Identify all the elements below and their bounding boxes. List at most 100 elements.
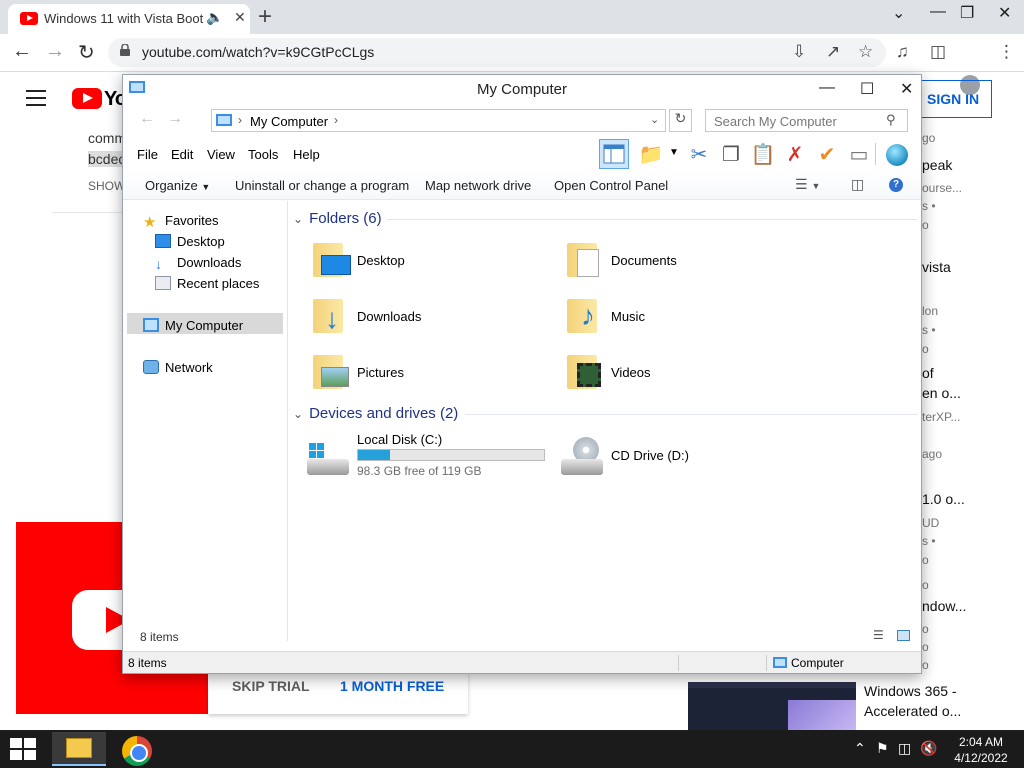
documents-folder-icon[interactable] xyxy=(565,239,605,279)
checkmark-icon[interactable]: ✔ xyxy=(813,141,841,169)
chrome-icon[interactable] xyxy=(122,736,152,766)
chevron-up-icon[interactable]: ⌃ xyxy=(854,740,866,757)
media-control-icon[interactable]: ♫ xyxy=(896,42,909,62)
share-icon[interactable]: ↗ xyxy=(826,42,840,62)
recommendation-title[interactable]: ndow... xyxy=(922,598,966,614)
recommendation-title[interactable]: vista xyxy=(922,259,951,275)
menu-view[interactable]: View xyxy=(207,147,235,162)
cd-drive-icon[interactable] xyxy=(561,437,605,477)
delete-icon[interactable]: ✗ xyxy=(781,141,809,169)
network-icon[interactable]: ◫ xyxy=(898,740,911,757)
paste-icon[interactable]: 📋 xyxy=(749,141,777,169)
copy-icon[interactable]: ❐ xyxy=(717,141,745,169)
recommendation-title[interactable]: of xyxy=(922,365,934,381)
forward-button[interactable]: → xyxy=(167,110,183,128)
music-folder-icon[interactable]: ♪ xyxy=(565,295,605,335)
refresh-button[interactable]: ↻ xyxy=(669,109,692,132)
sign-in-button[interactable]: SIGN IN xyxy=(914,80,992,118)
recommendation-title[interactable]: peak xyxy=(922,157,952,173)
youtube-logo-icon[interactable] xyxy=(72,88,102,109)
details-view-icon[interactable]: ☰ xyxy=(873,628,884,642)
reload-button[interactable]: ↻ xyxy=(78,40,95,65)
devices-group-header[interactable]: ⌄ Devices and drives (2) xyxy=(293,405,458,422)
breadcrumb-item[interactable]: My Computer xyxy=(250,114,328,129)
new-tab-button[interactable]: + xyxy=(258,3,272,31)
drive-label-c[interactable]: Local Disk (C:) xyxy=(357,432,442,447)
chevron-down-icon[interactable]: ⌄ xyxy=(892,3,905,23)
minimize-button[interactable]: — xyxy=(819,79,835,97)
nav-favorites[interactable]: ★ Favorites xyxy=(143,213,218,231)
flag-icon[interactable]: ⚑ xyxy=(876,740,889,757)
folder-label-videos[interactable]: Videos xyxy=(611,365,651,380)
large-icons-view-icon[interactable] xyxy=(897,630,910,641)
folder-label-music[interactable]: Music xyxy=(611,309,645,324)
side-panel-icon[interactable]: ◫ xyxy=(930,42,946,62)
help-icon[interactable]: ? xyxy=(889,178,903,192)
cut-icon[interactable]: ✂ xyxy=(685,141,713,169)
maximize-button[interactable]: ☐ xyxy=(860,79,874,99)
show-more-button[interactable]: SHOW xyxy=(88,179,125,193)
menu-edit[interactable]: Edit xyxy=(171,147,193,162)
recommendation-title[interactable]: en o... xyxy=(922,385,961,401)
pictures-folder-icon[interactable] xyxy=(311,351,351,391)
clock[interactable]: 2:04 AM 4/12/2022 xyxy=(948,734,1014,766)
nav-my-computer[interactable]: My Computer xyxy=(143,318,243,333)
related-video-title[interactable]: Accelerated o... xyxy=(864,703,961,719)
drive-label-d[interactable]: CD Drive (D:) xyxy=(611,448,689,463)
search-icon[interactable]: ⚲ xyxy=(886,112,896,128)
taskbar-explorer-button[interactable] xyxy=(52,732,106,766)
folder-label-pictures[interactable]: Pictures xyxy=(357,365,404,380)
menu-file[interactable]: File xyxy=(137,147,158,162)
videos-folder-icon[interactable] xyxy=(565,351,605,391)
folder-label-documents[interactable]: Documents xyxy=(611,253,677,268)
windows-orb-icon[interactable] xyxy=(883,141,911,169)
hard-drive-icon[interactable] xyxy=(307,443,351,477)
nav-recent-places[interactable]: Recent places xyxy=(155,276,259,291)
menu-help[interactable]: Help xyxy=(293,147,320,162)
preview-pane-icon[interactable]: ◫ xyxy=(851,176,864,193)
organize-button[interactable]: Organize ▼ xyxy=(145,178,210,193)
bookmark-star-icon[interactable]: ☆ xyxy=(858,42,873,62)
back-button[interactable]: ← xyxy=(12,40,32,63)
recommendation-title[interactable]: 1.0 o... xyxy=(922,491,965,507)
chevron-down-icon[interactable]: ▼ xyxy=(669,147,679,158)
month-free-button[interactable]: 1 MONTH FREE xyxy=(340,678,444,694)
preview-pane-button[interactable] xyxy=(599,139,629,169)
menu-tools[interactable]: Tools xyxy=(248,147,278,162)
nav-downloads[interactable]: ↓ Downloads xyxy=(155,255,241,272)
speaker-icon[interactable]: 🔈 xyxy=(206,9,223,26)
address-bar[interactable]: youtube.com/watch?v=k9CGtPcCLgs xyxy=(108,38,886,67)
downloads-folder-icon[interactable]: ↓ xyxy=(311,295,351,335)
speaker-muted-icon[interactable]: 🔇 xyxy=(920,740,937,757)
close-tab-icon[interactable]: ✕ xyxy=(234,9,246,26)
window-title-bar[interactable]: My Computer — ☐ ✕ xyxy=(123,75,921,105)
chevron-down-icon[interactable]: ⌄ xyxy=(650,113,659,126)
desktop-folder-icon[interactable] xyxy=(311,239,351,279)
view-options-icon[interactable]: ☰ ▼ xyxy=(795,176,820,193)
skip-trial-button[interactable]: SKIP TRIAL xyxy=(232,678,310,694)
back-button[interactable]: ← xyxy=(139,110,155,128)
breadcrumb-bar[interactable]: › My Computer › ⌄ xyxy=(211,109,666,132)
related-video-title[interactable]: Windows 365 - xyxy=(864,683,957,699)
forward-button[interactable]: → xyxy=(45,40,65,63)
search-input[interactable]: Search My Computer ⚲ xyxy=(705,109,908,132)
folder-label-desktop[interactable]: Desktop xyxy=(357,253,405,268)
folder-label-downloads[interactable]: Downloads xyxy=(357,309,421,324)
nav-desktop[interactable]: Desktop xyxy=(155,234,225,249)
video-thumbnail[interactable] xyxy=(688,682,856,730)
close-window-button[interactable]: ✕ xyxy=(998,3,1011,23)
rename-icon[interactable]: ▭ xyxy=(845,141,873,169)
close-button[interactable]: ✕ xyxy=(900,79,913,99)
windows-start-icon[interactable] xyxy=(10,738,38,760)
folders-group-header[interactable]: ⌄ Folders (6) xyxy=(293,210,382,227)
map-network-drive-button[interactable]: Map network drive xyxy=(425,178,531,193)
hamburger-menu-icon[interactable] xyxy=(26,90,46,111)
open-control-panel-button[interactable]: Open Control Panel xyxy=(554,178,668,193)
chevron-right-icon[interactable]: › xyxy=(334,113,338,127)
browser-tab[interactable]: Windows 11 with Vista Boot 🔈 ✕ xyxy=(8,4,250,34)
more-menu-icon[interactable]: ⋮ xyxy=(998,42,1015,62)
restore-button[interactable]: ❐ xyxy=(960,3,974,23)
uninstall-button[interactable]: Uninstall or change a program xyxy=(235,178,409,193)
folder-options-icon[interactable]: 📁 xyxy=(637,141,665,169)
chevron-right-icon[interactable]: › xyxy=(238,113,242,127)
